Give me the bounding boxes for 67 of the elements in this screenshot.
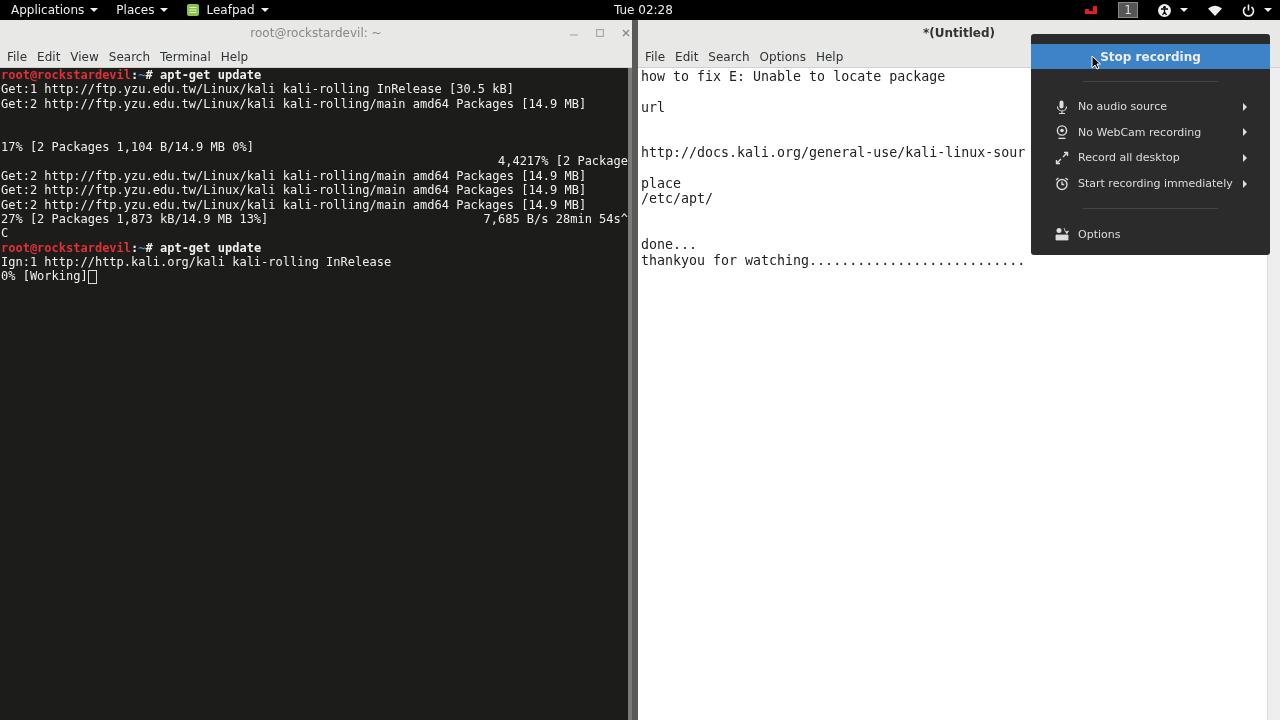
menu-item[interactable]: Options xyxy=(1031,221,1270,247)
panel-menu[interactable]: Leafpad xyxy=(179,1,276,19)
output-line: 4,4217% [2 Package xyxy=(497,154,628,169)
submenu-arrow-icon xyxy=(1243,102,1247,111)
text-line: place xyxy=(641,176,682,192)
alarm-clock-icon xyxy=(1055,176,1069,191)
caret-icon xyxy=(90,8,99,12)
menu-item[interactable]: Start recording immediately xyxy=(1031,170,1270,197)
accessibility-icon[interactable] xyxy=(1158,3,1171,17)
menu-item[interactable]: Options xyxy=(754,47,811,66)
output-line: Get:2 http://ftp.yzu.edu.tw/Linux/kali kali-rolling/main amd64 Packages [14.9 MB] xyxy=(1,168,587,184)
panel-menu[interactable]: Applications xyxy=(4,1,106,19)
close-icon[interactable] xyxy=(622,29,630,37)
output-line: Get:1 http://ftp.yzu.edu.tw/Linux/kali kali-rolling InRelease [30.5 kB] xyxy=(1,82,514,97)
menu-item[interactable]: No WebCam recording xyxy=(1031,119,1270,146)
output-line: Get:2 http://ftp.yzu.edu.tw/Linux/kali kali-rolling/main amd64 Packages [14.9 MB] xyxy=(1,183,587,198)
output-line: 27% [2 Packages 1,873 kB/14.9 MB 13%] xyxy=(1,211,269,227)
wifi-icon[interactable] xyxy=(1208,4,1222,16)
panel-menu[interactable]: Places xyxy=(109,1,176,19)
webcam-icon xyxy=(1055,125,1069,140)
text-line: /etc/apt/ xyxy=(641,191,714,207)
menu-item[interactable]: Record all desktop xyxy=(1031,145,1270,171)
text-line: thankyou for watching........................... xyxy=(641,252,1026,268)
scrollbar[interactable] xyxy=(628,68,632,720)
submenu-arrow-icon xyxy=(1243,128,1247,137)
expand-arrows-icon xyxy=(1055,151,1069,165)
text-line: http://docs.kali.org/general-use/kali-linux-sour xyxy=(641,145,1026,161)
output-line: C xyxy=(1,226,9,241)
caret-icon xyxy=(1180,8,1188,12)
mouse-pointer-icon xyxy=(1091,55,1101,70)
text-line: url xyxy=(641,99,666,115)
notepad-icon xyxy=(186,3,201,17)
output-line: Ign:1 http://http.kali.org/kali kali-rolling InRelease xyxy=(1,255,392,270)
output-line: 0% [Working] xyxy=(1,269,88,284)
submenu-arrow-icon xyxy=(1243,179,1247,188)
menu-item[interactable]: Help xyxy=(810,47,849,66)
output-line: Get:2 http://ftp.yzu.edu.tw/Linux/kali kali-rolling/main amd64 Packages [14.9 MB] xyxy=(1,197,587,212)
window-title: *(Untitled) xyxy=(923,26,995,40)
menu-item[interactable]: No audio source xyxy=(1031,94,1270,120)
microphone-icon xyxy=(1055,99,1069,114)
menu-item[interactable]: File xyxy=(2,47,33,66)
workspace-indicator[interactable]: 1 xyxy=(1118,2,1138,18)
clock[interactable]: Tue 02:28 xyxy=(614,3,673,17)
output-line: Get:2 http://ftp.yzu.edu.tw/Linux/kali kali-rolling/main amd64 Packages [14.9 MB] xyxy=(1,96,587,112)
text-cursor xyxy=(87,270,97,285)
submenu-arrow-icon xyxy=(1243,154,1247,162)
menu-item[interactable]: Edit xyxy=(670,47,704,66)
scrollbar[interactable] xyxy=(1267,68,1280,720)
menu-item[interactable]: View xyxy=(65,47,104,66)
tools-icon xyxy=(1055,227,1069,242)
power-icon[interactable] xyxy=(1242,3,1255,17)
menu-item[interactable]: Help xyxy=(215,47,254,66)
menu-item[interactable]: Search xyxy=(103,47,156,66)
text-line: how to fix E: Unable to locate package xyxy=(641,69,946,84)
menu-item[interactable]: Search xyxy=(703,47,755,66)
output-line: 7,685 B/s 28min 54s^ xyxy=(483,211,628,227)
prompt-line: root@rockstardevil:~# apt-get update xyxy=(1,240,262,256)
caret-icon xyxy=(160,8,169,12)
output-line: 17% [2 Packages 1,104 B/14.9 MB 0%] xyxy=(1,139,254,155)
menu-item[interactable]: Edit xyxy=(32,47,66,66)
window-title: root@rockstardevil: ~ xyxy=(250,26,382,40)
text-line: done... xyxy=(641,237,698,253)
menu-item[interactable]: File xyxy=(640,47,671,66)
caret-icon xyxy=(1264,8,1272,12)
caret-icon xyxy=(260,8,269,12)
prompt-line: root@rockstardevil:~# apt-get update xyxy=(1,68,262,83)
menu-item[interactable]: Terminal xyxy=(155,47,216,66)
